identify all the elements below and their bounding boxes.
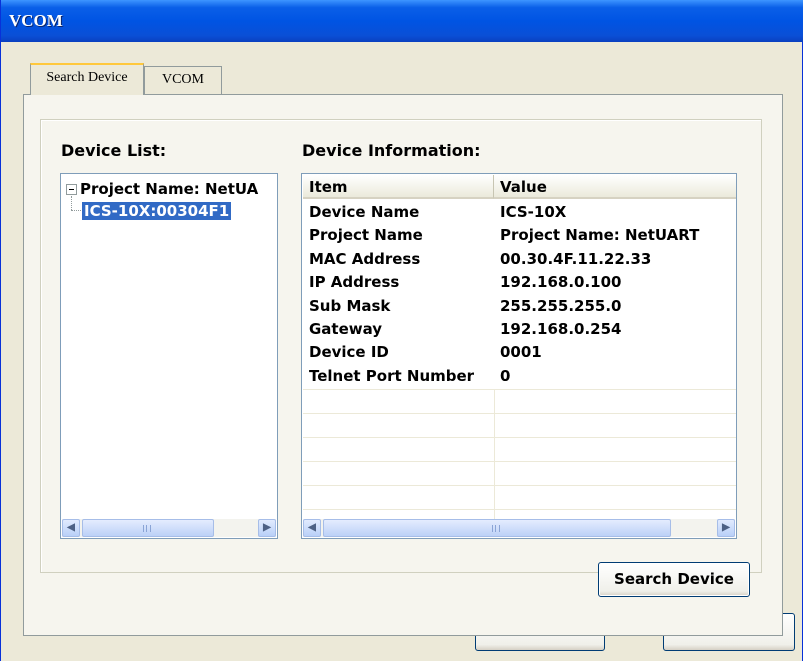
grid-column-line [494, 389, 495, 519]
tab-search-device[interactable]: Search Device [30, 63, 144, 95]
tab-vcom[interactable]: VCOM [144, 66, 222, 94]
cell-value: ICS-10X [500, 203, 567, 221]
cell-item: Device ID [309, 343, 389, 362]
tree-node-device[interactable]: ICS-10X:00304F1 [82, 202, 232, 220]
cell-item: Sub Mask [309, 296, 391, 315]
search-device-tab-page: Device List: Device Information: Project… [23, 94, 783, 636]
tab-search-device-label: Search Device [46, 70, 128, 85]
dialog-client-area: Search Device VCOM Device List: Device I… [3, 42, 801, 661]
tree-horizontal-scrollbar[interactable]: ◀ ▶ [62, 519, 276, 537]
cell-value: 192.168.0.100 [500, 273, 622, 292]
tab-vcom-label: VCOM [161, 72, 204, 87]
table-row[interactable]: MAC Address 00.30.4F.11.22.33 [303, 248, 736, 271]
column-header-item[interactable]: Item [303, 175, 494, 199]
tree-connector [71, 210, 81, 211]
tree-node-project[interactable]: Project Name: NetUA [80, 180, 258, 198]
grip-icon [143, 525, 151, 532]
device-info-caption: Device Information: [302, 141, 481, 160]
cell-item: Telnet Port Number [309, 366, 475, 385]
cell-item: Gateway [309, 319, 383, 338]
vcom-window: VCOM Search Device VCOM Device List: Dev… [0, 0, 803, 661]
cell-item: Project Name [309, 226, 423, 245]
cell-item: Device Name [309, 203, 420, 221]
cell-value: 0 [500, 366, 511, 385]
cell-value: Project Name: NetUART [500, 226, 700, 245]
table-row[interactable]: Device Name ICS-10X [303, 201, 736, 224]
search-device-button[interactable]: Search Device [598, 562, 750, 597]
grid-line [303, 413, 736, 414]
table-row[interactable]: Telnet Port Number 0 [303, 365, 736, 388]
arrow-left-icon[interactable]: ◀ [62, 519, 80, 537]
scrollbar-thumb[interactable] [82, 519, 214, 537]
table-body: Device Name ICS-10X Project Name Project N… [303, 201, 736, 388]
scrollbar-thumb[interactable] [323, 519, 671, 537]
cell-value: 192.168.0.254 [500, 319, 622, 338]
arrow-right-icon[interactable]: ▶ [258, 519, 276, 537]
cell-value: 00.30.4F.11.22.33 [500, 249, 652, 268]
table-row[interactable]: IP Address 192.168.0.100 [303, 271, 736, 294]
device-list-caption: Device List: [61, 141, 167, 160]
table-row[interactable]: Project Name Project Name: NetUART [303, 224, 736, 247]
table-row[interactable]: Gateway 192.168.0.254 [303, 318, 736, 341]
cell-item: IP Address [309, 273, 400, 292]
table-horizontal-scrollbar[interactable]: ◀ ▶ [303, 519, 735, 537]
title-bar[interactable]: VCOM [1, 0, 803, 42]
cell-value: 0001 [500, 343, 542, 362]
empty-grid-lines [303, 389, 736, 519]
table-row[interactable]: Sub Mask 255.255.255.0 [303, 295, 736, 318]
grid-line [303, 389, 736, 390]
grip-icon [492, 525, 500, 532]
column-header-value[interactable]: Value [494, 175, 736, 199]
cell-item: MAC Address [309, 249, 421, 268]
arrow-left-icon[interactable]: ◀ [303, 519, 321, 537]
device-tree[interactable]: Project Name: NetUA ICS-10X:00304F1 ◀ ▶ [60, 173, 278, 539]
grid-line [303, 437, 736, 438]
cell-value: 255.255.255.0 [500, 296, 622, 315]
arrow-right-icon[interactable]: ▶ [717, 519, 735, 537]
table-row[interactable]: Device ID 0001 [303, 341, 736, 364]
grid-line [303, 509, 736, 510]
tree-connector [71, 196, 72, 210]
window-title: VCOM [9, 11, 63, 30]
grid-line [303, 485, 736, 486]
device-info-table[interactable]: Item Value Device Name ICS-10X Project Na… [301, 173, 737, 539]
minus-box-icon[interactable] [66, 184, 77, 195]
grid-line [303, 461, 736, 462]
